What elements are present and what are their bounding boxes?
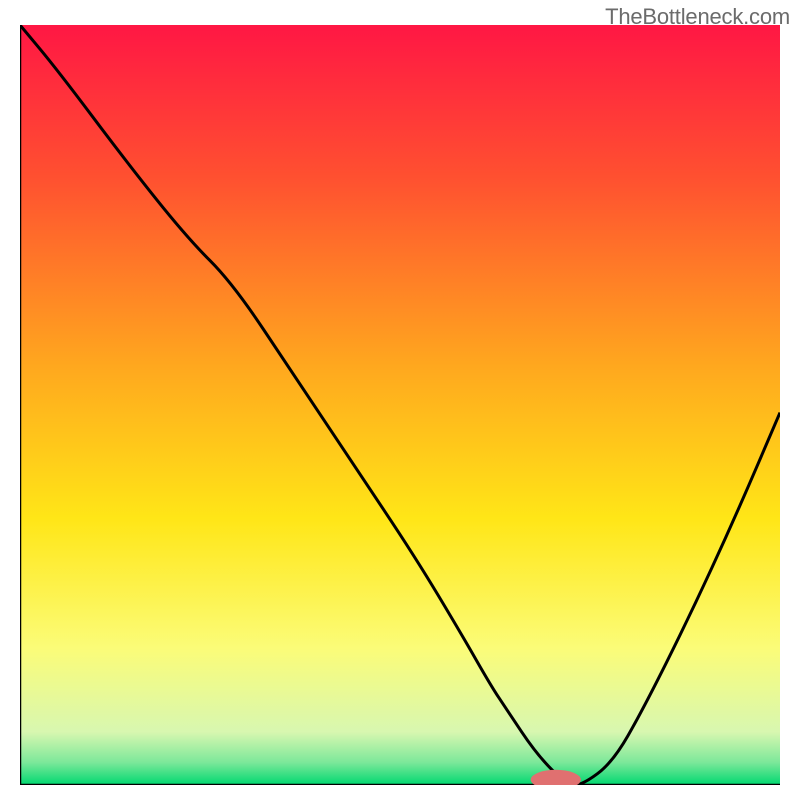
gradient-background: [20, 25, 780, 785]
chart-container: TheBottleneck.com: [0, 0, 800, 800]
bottleneck-chart: [20, 25, 780, 785]
